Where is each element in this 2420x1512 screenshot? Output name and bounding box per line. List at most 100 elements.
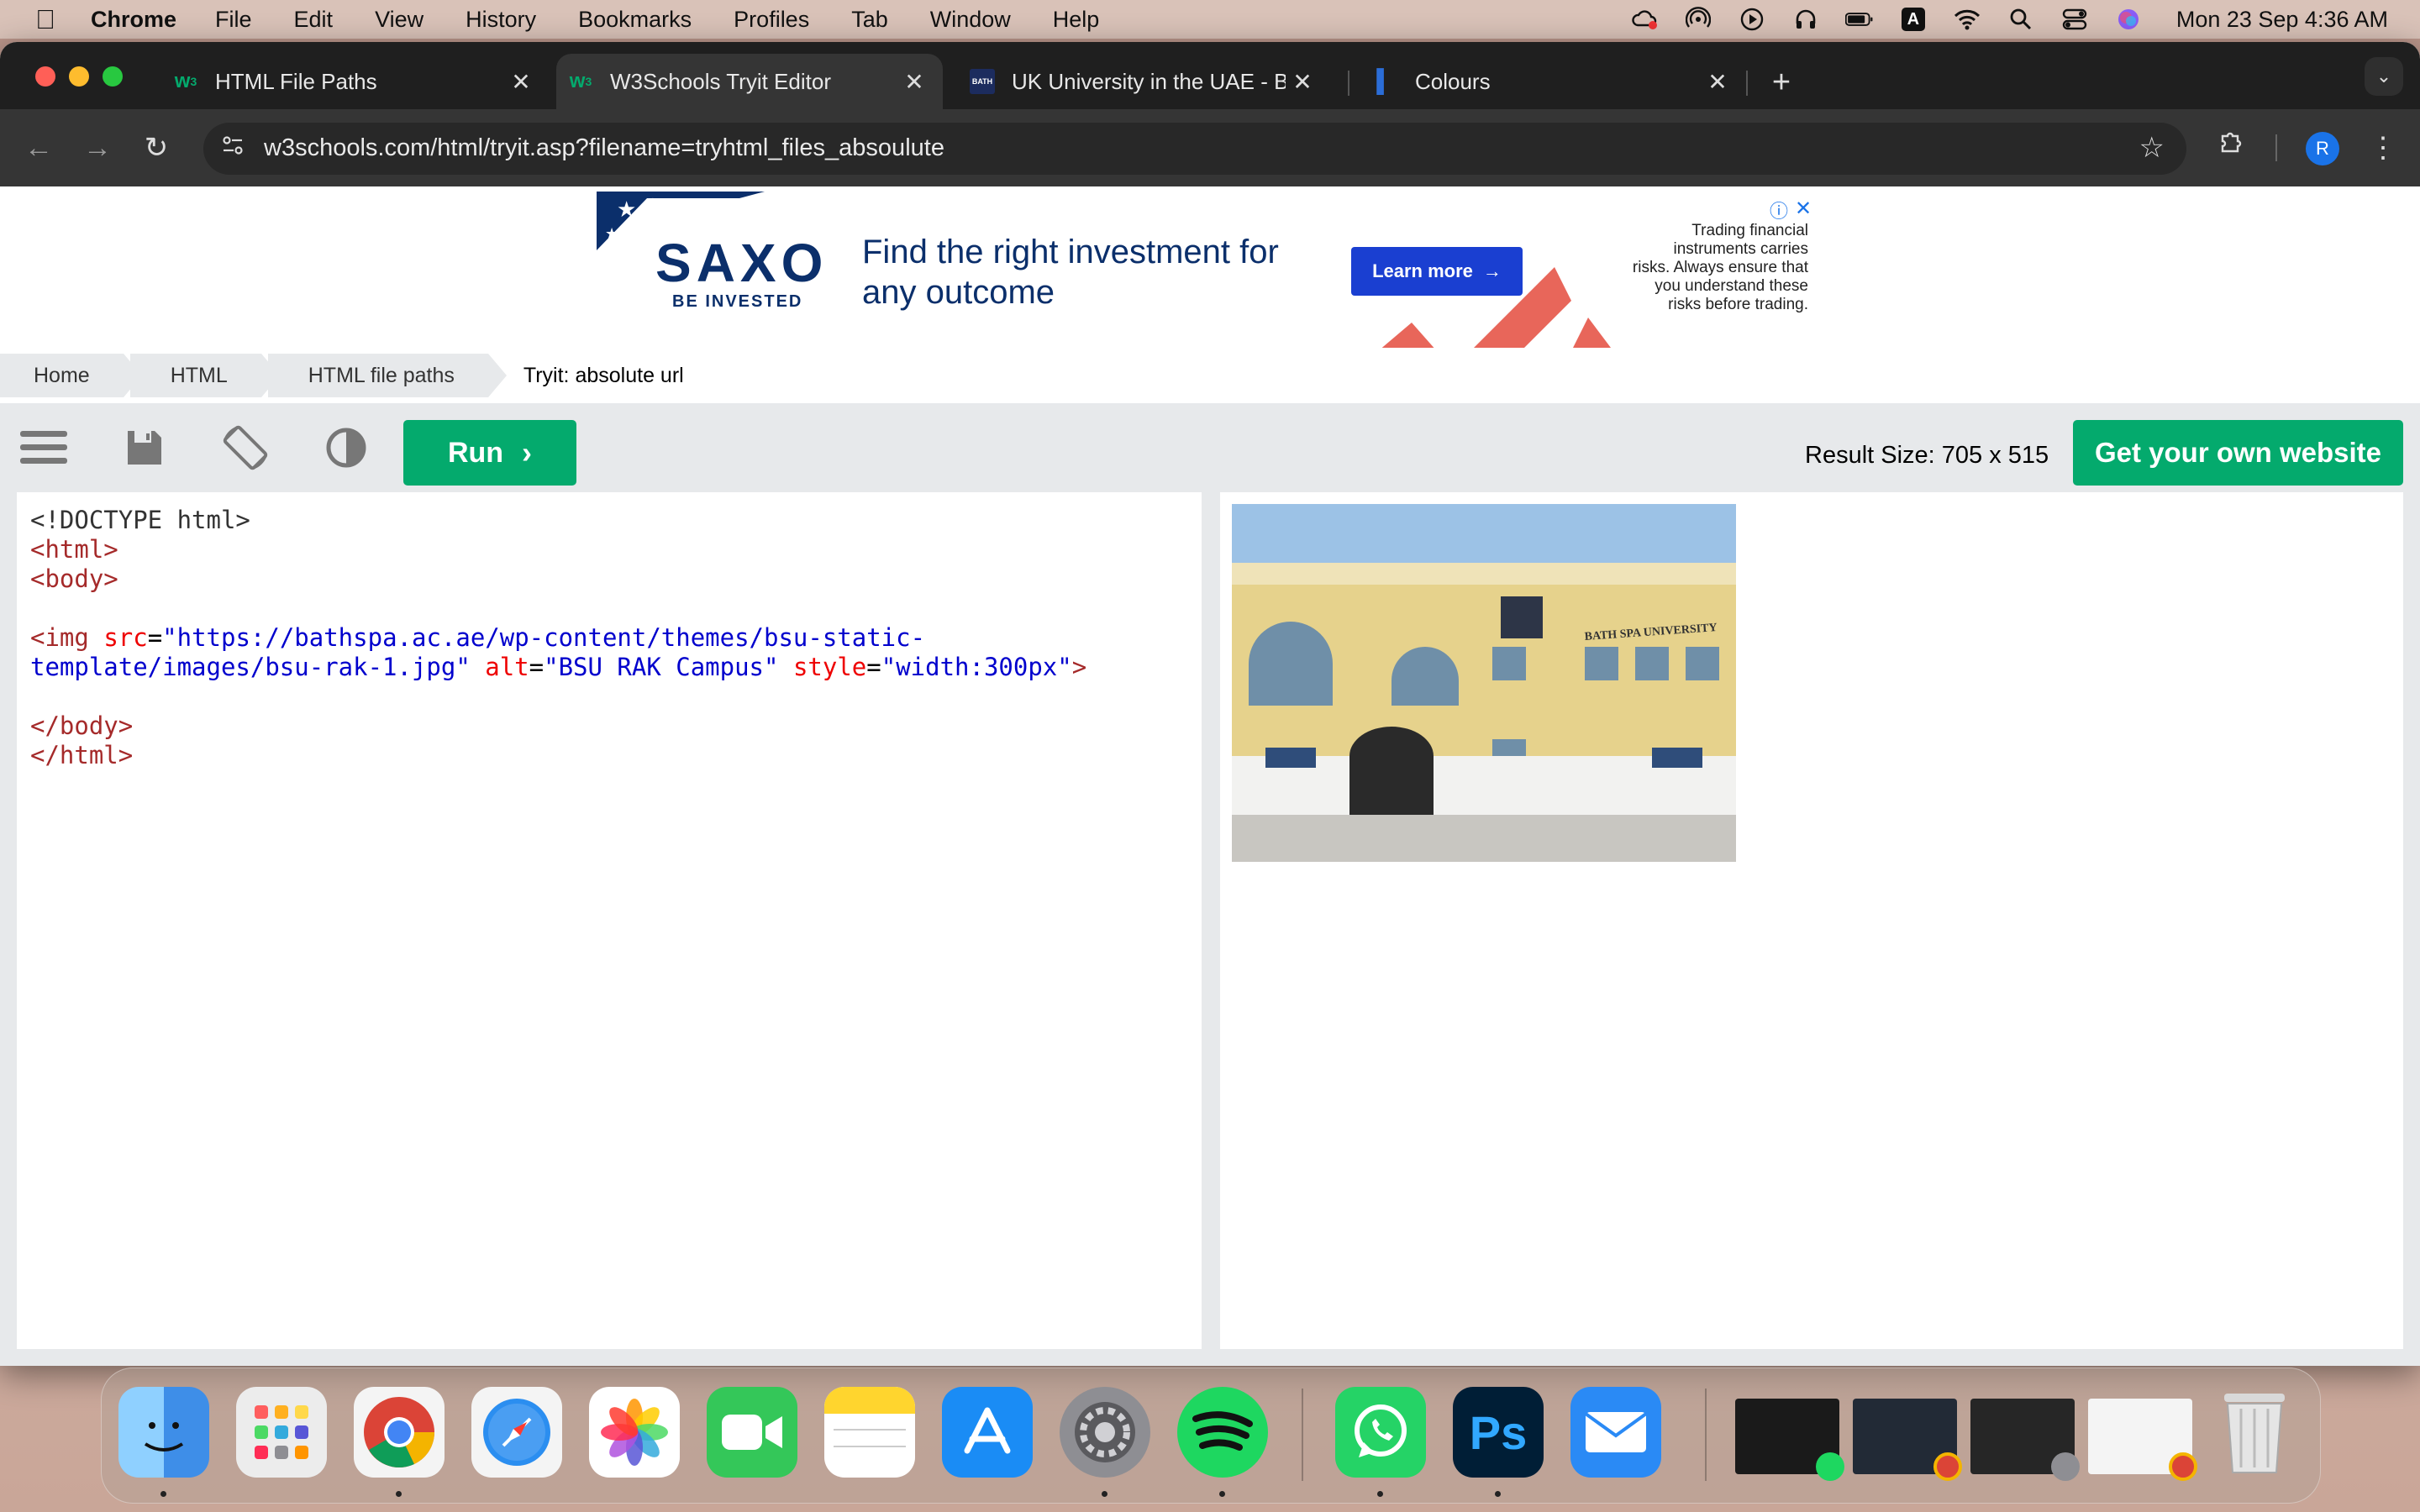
keyboard-input-icon[interactable]: A — [1899, 7, 1928, 32]
headphones-icon[interactable] — [1791, 7, 1820, 32]
launchpad-icon[interactable] — [236, 1387, 327, 1478]
chrome-window: w3 HTML File Paths ✕ w3 W3Schools Tryit … — [0, 42, 2420, 1366]
wifi-icon[interactable] — [1953, 7, 1981, 32]
url-text[interactable]: w3schools.com/html/tryit.asp?filename=tr… — [264, 134, 944, 162]
photos-icon[interactable] — [589, 1387, 680, 1478]
breadcrumb-current: Tryit: absolute url — [494, 354, 718, 397]
running-indicator — [1102, 1491, 1107, 1497]
result-frame[interactable]: BATH SPA UNIVERSITY — [1220, 492, 2403, 1349]
code-text[interactable]: <!DOCTYPE html> <html> <body> <img src="… — [30, 506, 1086, 770]
menu-profiles[interactable]: Profiles — [734, 7, 809, 33]
run-button[interactable]: Run › — [403, 420, 576, 486]
running-indicator — [1377, 1491, 1383, 1497]
new-tab-icon[interactable]: + — [1763, 64, 1800, 101]
minimize-window-button[interactable] — [69, 66, 89, 87]
ad-close-icon[interactable]: ✕ — [1795, 197, 1812, 221]
zoom-window-button[interactable] — [103, 66, 123, 87]
notes-icon[interactable] — [824, 1387, 915, 1478]
profile-avatar[interactable]: R — [2306, 132, 2339, 165]
minimized-window-thumbnail[interactable] — [2088, 1399, 2197, 1481]
tab-html-file-paths[interactable]: w3 HTML File Paths ✕ — [148, 54, 550, 109]
back-arrow-icon[interactable]: ← — [18, 128, 59, 168]
minimized-window-thumbnail[interactable] — [1735, 1399, 1844, 1481]
google-chrome-icon[interactable] — [354, 1387, 445, 1478]
bsu-rak-campus-image: BATH SPA UNIVERSITY — [1232, 504, 1736, 862]
code-editor[interactable]: <!DOCTYPE html> <html> <body> <img src="… — [17, 492, 1202, 1349]
photoshop-icon[interactable]: Ps — [1453, 1387, 1544, 1478]
saxo-tagline: BE INVESTED — [672, 292, 803, 311]
menu-window[interactable]: Window — [930, 7, 1011, 33]
airdrop-icon[interactable] — [1684, 7, 1712, 32]
creative-cloud-icon[interactable] — [1630, 7, 1659, 32]
rotate-orientation-icon[interactable] — [220, 425, 271, 470]
macos-menubar:  Chrome File Edit View History Bookmark… — [0, 0, 2420, 39]
menu-file[interactable]: File — [215, 7, 252, 33]
menu-view[interactable]: View — [375, 7, 424, 33]
app-store-icon[interactable] — [942, 1387, 1033, 1478]
safari-icon[interactable] — [471, 1387, 562, 1478]
site-settings-icon[interactable] — [217, 133, 249, 165]
save-disk-icon[interactable] — [119, 425, 170, 470]
dark-mode-contrast-icon[interactable] — [321, 425, 371, 470]
play-icon[interactable] — [1738, 7, 1766, 32]
menu-bookmarks[interactable]: Bookmarks — [578, 7, 692, 33]
running-indicator — [1219, 1491, 1225, 1497]
tab-title: UK University in the UAE - Ba — [1012, 68, 1286, 94]
minimized-window-thumbnail[interactable] — [1853, 1399, 1962, 1481]
w3schools-tryit-page: ★ ★ ★ SAXO BE INVESTED Find the right in… — [0, 186, 2420, 1366]
facetime-icon[interactable] — [707, 1387, 797, 1478]
spotlight-search-icon[interactable] — [2007, 7, 2035, 32]
close-window-button[interactable] — [35, 66, 55, 87]
finder-icon[interactable] — [118, 1387, 209, 1478]
menubar-clock[interactable]: Mon 23 Sep 4:36 AM — [2176, 7, 2388, 33]
menu-tab[interactable]: Tab — [851, 7, 888, 33]
system-settings-icon[interactable] — [1060, 1387, 1150, 1478]
result-size-label: Result Size: 705 x 515 — [1805, 442, 2049, 469]
spotify-icon[interactable] — [1177, 1387, 1268, 1478]
saxo-brand: SAXO — [655, 233, 829, 293]
address-bar[interactable]: w3schools.com/html/tryit.asp?filename=tr… — [203, 123, 2186, 175]
reload-icon[interactable]: ↻ — [136, 128, 176, 168]
apple-menu-icon[interactable]:  — [29, 4, 62, 35]
breadcrumb-home[interactable]: Home — [0, 354, 142, 397]
tab-title: Colours — [1415, 68, 1491, 94]
control-center-icon[interactable] — [2060, 7, 2089, 32]
get-your-own-website-button[interactable]: Get your own website — [2073, 420, 2403, 486]
tab-colours[interactable]: ▍ Colours ✕ — [1348, 54, 1746, 109]
battery-icon[interactable] — [1844, 7, 1874, 32]
minimized-window-thumbnail[interactable] — [1970, 1399, 2080, 1481]
bookmark-star-icon[interactable]: ☆ — [2139, 131, 2165, 165]
dock-separator — [1302, 1389, 1303, 1481]
close-tab-icon[interactable]: ✕ — [1286, 68, 1319, 96]
whatsapp-icon[interactable] — [1335, 1387, 1426, 1478]
chrome-menu-icon[interactable]: ⋮ — [2363, 128, 2403, 168]
svg-text:★: ★ — [605, 225, 618, 242]
close-tab-icon[interactable]: ✕ — [1701, 68, 1734, 96]
saxo-advertisement[interactable]: ★ ★ ★ SAXO BE INVESTED Find the right in… — [597, 192, 1823, 348]
ad-info-icon[interactable]: ⓘ — [1770, 197, 1788, 223]
forward-arrow-icon[interactable]: → — [77, 128, 118, 168]
close-tab-icon[interactable]: ✕ — [897, 68, 931, 96]
hamburger-menu-icon[interactable] — [18, 425, 69, 470]
running-indicator — [160, 1491, 166, 1497]
mail-icon[interactable] — [1570, 1387, 1661, 1478]
extensions-puzzle-icon[interactable] — [2212, 128, 2252, 168]
siri-icon[interactable] — [2114, 7, 2143, 32]
running-indicator — [396, 1491, 402, 1497]
menu-history[interactable]: History — [466, 7, 536, 33]
menu-help[interactable]: Help — [1053, 7, 1100, 33]
menu-edit[interactable]: Edit — [294, 7, 334, 33]
tab-uk-university-uae[interactable]: BATH UK University in the UAE - Ba ✕ — [944, 54, 1331, 109]
ad-headline: Find the right investment for any outcom… — [862, 234, 1279, 311]
menu-app-name[interactable]: Chrome — [91, 7, 176, 33]
code-val-alt: "BSU RAK Campus" — [544, 653, 779, 681]
breadcrumb-html-file-paths[interactable]: HTML file paths — [267, 354, 508, 397]
trash-icon[interactable] — [2209, 1387, 2300, 1478]
run-label: Run — [447, 436, 504, 469]
code-doctype: <!DOCTYPE html> — [30, 506, 250, 534]
breadcrumb-html[interactable]: HTML — [129, 354, 280, 397]
close-tab-icon[interactable]: ✕ — [504, 68, 538, 96]
tab-search-chevron-icon[interactable]: ⌄ — [2365, 57, 2403, 96]
code-html-close: </html> — [30, 741, 134, 769]
tab-w3schools-tryit-editor[interactable]: w3 W3Schools Tryit Editor ✕ — [556, 54, 943, 109]
